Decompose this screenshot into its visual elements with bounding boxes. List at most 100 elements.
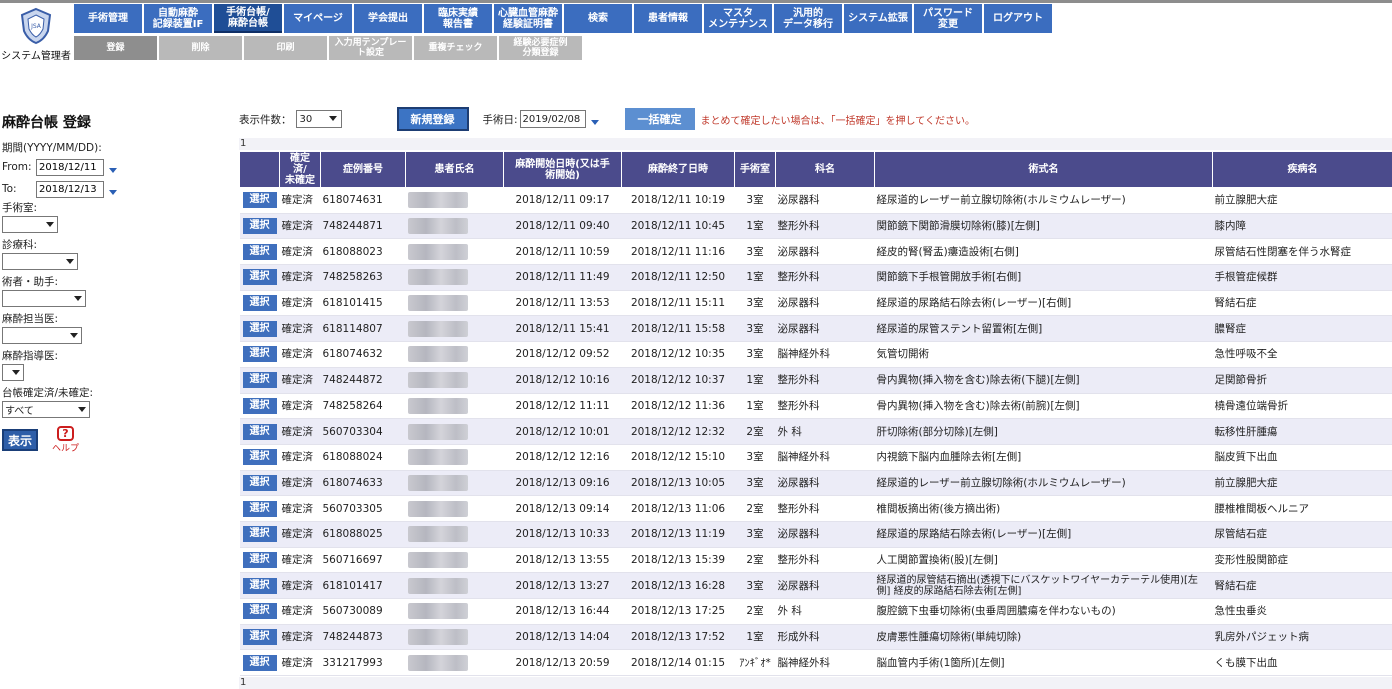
select-cell: 選択 bbox=[239, 341, 280, 368]
nav-item-6[interactable]: 心臓血管麻酔 経験証明書 bbox=[494, 4, 562, 33]
nav-item-11[interactable]: システム拡張 bbox=[844, 4, 912, 33]
subnav-item-1[interactable]: 削除 bbox=[159, 36, 242, 60]
op-date-dropdown-icon[interactable] bbox=[590, 119, 599, 125]
patient-name-cell bbox=[405, 213, 504, 240]
select-button[interactable]: 選択 bbox=[242, 654, 277, 671]
select-button[interactable]: 選択 bbox=[242, 551, 277, 568]
select-button[interactable]: 選択 bbox=[242, 320, 277, 337]
select-button[interactable]: 選択 bbox=[242, 243, 277, 260]
nav-item-0[interactable]: 手術管理 bbox=[74, 4, 142, 33]
nav-item-2[interactable]: 手術台帳/ 麻酔台帳 bbox=[214, 4, 282, 33]
disease-cell: 膿腎症 bbox=[1212, 315, 1392, 343]
count-select[interactable]: 30 bbox=[295, 110, 342, 128]
select-button[interactable]: 選択 bbox=[242, 629, 277, 646]
select-button[interactable]: 選択 bbox=[242, 269, 277, 286]
select-button[interactable]: 選択 bbox=[242, 449, 277, 466]
status-cell: 確定済 bbox=[279, 315, 321, 343]
count-select-value: 30 bbox=[299, 113, 313, 125]
subnav-item-3[interactable]: 入力用テンプレー ト設定 bbox=[329, 36, 412, 60]
or-select[interactable] bbox=[2, 216, 58, 233]
patient-name-cell bbox=[405, 418, 504, 445]
table-row: 選択 確定済 618088025 2018/12/13 10:33 2018/12/13… bbox=[239, 521, 1392, 548]
nav-item-13[interactable]: ログアウト bbox=[984, 4, 1052, 33]
select-button[interactable]: 選択 bbox=[242, 526, 277, 543]
case-cell: 618074631 bbox=[320, 187, 406, 214]
select-button[interactable]: 選択 bbox=[242, 500, 277, 517]
patient-name-cell bbox=[405, 187, 504, 214]
dept-select[interactable] bbox=[2, 253, 78, 270]
anes-select[interactable] bbox=[2, 327, 82, 344]
nav-item-8[interactable]: 患者情報 bbox=[634, 4, 702, 33]
disease-cell: 急性呼吸不全 bbox=[1212, 341, 1392, 368]
help-link[interactable]: ? ヘルプ bbox=[52, 426, 79, 454]
redacted-patient-name bbox=[407, 295, 468, 312]
dept-cell: 脳神経外科 bbox=[775, 341, 875, 368]
select-cell: 選択 bbox=[239, 470, 280, 497]
column-header-4: 麻酔開始日時(又は手 術開始) bbox=[503, 151, 622, 188]
select-button[interactable]: 選択 bbox=[242, 577, 277, 594]
to-calendar-dropdown-icon[interactable] bbox=[109, 189, 117, 195]
nav-item-10[interactable]: 汎用的 データ移行 bbox=[774, 4, 842, 33]
select-cell: 選択 bbox=[239, 547, 280, 574]
select-button[interactable]: 選択 bbox=[242, 295, 277, 312]
table-row: 選択 確定済 560716697 2018/12/13 13:55 2018/12/13… bbox=[239, 547, 1392, 574]
status-select-value: すべて bbox=[5, 406, 34, 417]
proc-cell: 脳血管内手術(1箇所)[左側] bbox=[874, 649, 1213, 677]
select-button[interactable]: 選択 bbox=[242, 474, 277, 491]
end-cell: 2018/12/11 10:19 bbox=[621, 187, 735, 214]
subnav-item-2[interactable]: 印刷 bbox=[244, 36, 327, 60]
patient-name-cell bbox=[405, 572, 504, 599]
case-cell: 618101417 bbox=[320, 572, 406, 599]
redacted-patient-name bbox=[407, 551, 468, 568]
select-cell: 選択 bbox=[239, 624, 280, 651]
op-date-input[interactable]: 2019/02/08 bbox=[519, 110, 586, 128]
start-cell: 2018/12/13 13:55 bbox=[503, 547, 622, 574]
subnav-item-0[interactable]: 登録 bbox=[74, 36, 157, 60]
end-cell: 2018/12/12 15:10 bbox=[621, 444, 735, 471]
room-cell: 3室 bbox=[734, 187, 776, 214]
select-button[interactable]: 選択 bbox=[242, 397, 277, 414]
nav-item-1[interactable]: 自動麻酔 記録装置IF bbox=[144, 4, 212, 33]
room-cell: 3室 bbox=[734, 290, 776, 317]
logo: JSA システム管理者 bbox=[0, 3, 72, 62]
nav-item-12[interactable]: パスワード 変更 bbox=[914, 4, 982, 33]
instructor-select[interactable] bbox=[2, 364, 24, 381]
column-header-1: 確定 済/ 未確定 bbox=[279, 151, 321, 188]
subnav-item-5[interactable]: 経験必要症例 分類登録 bbox=[499, 36, 582, 60]
pager-top[interactable]: 1 bbox=[239, 138, 1392, 150]
show-button[interactable]: 表示 bbox=[2, 429, 38, 451]
subnav-item-4[interactable]: 重複チェック bbox=[414, 36, 497, 60]
room-cell: 3室 bbox=[734, 341, 776, 368]
room-cell: 1室 bbox=[734, 624, 776, 651]
select-button[interactable]: 選択 bbox=[242, 603, 277, 620]
dept-cell: 形成外科 bbox=[775, 624, 875, 651]
from-calendar-dropdown-icon[interactable] bbox=[109, 167, 117, 173]
nav-item-9[interactable]: マスタ メンテナンス bbox=[704, 4, 772, 33]
proc-cell: 経尿道的尿管結石摘出(透視下にバスケットワイヤーカテーテル使用)[左側] 経皮的… bbox=[874, 572, 1213, 599]
select-button[interactable]: 選択 bbox=[242, 218, 277, 235]
new-register-button[interactable]: 新規登録 bbox=[396, 107, 469, 131]
column-header-0 bbox=[239, 151, 280, 188]
to-date-input[interactable] bbox=[36, 180, 104, 198]
redacted-patient-name bbox=[407, 526, 468, 543]
nav-item-7[interactable]: 検索 bbox=[564, 4, 632, 33]
select-button[interactable]: 選択 bbox=[242, 423, 277, 440]
start-cell: 2018/12/12 09:52 bbox=[503, 341, 622, 368]
nav-item-5[interactable]: 臨床実績 報告書 bbox=[424, 4, 492, 33]
nav-item-3[interactable]: マイページ bbox=[284, 4, 352, 33]
surgeon-select[interactable] bbox=[2, 290, 86, 307]
select-button[interactable]: 選択 bbox=[242, 346, 277, 363]
select-button[interactable]: 選択 bbox=[242, 372, 277, 389]
case-table: 確定 済/ 未確定 症例番号 患者氏名 麻酔開始日時(又は手 術開始) 麻酔終了日時 手術… bbox=[239, 151, 1392, 677]
disease-cell: 腎結石症 bbox=[1212, 290, 1392, 317]
select-button[interactable]: 選択 bbox=[242, 192, 277, 209]
status-select[interactable]: すべて bbox=[2, 401, 90, 418]
room-cell: 2室 bbox=[734, 598, 776, 625]
nav-item-4[interactable]: 学会提出 bbox=[354, 4, 422, 33]
proc-cell: 関節鏡下手根管開放手術[右側] bbox=[874, 264, 1213, 291]
proc-cell: 人工関節置換術(股)[左側] bbox=[874, 547, 1213, 574]
from-date-input[interactable] bbox=[36, 158, 104, 176]
select-cell: 選択 bbox=[239, 444, 280, 471]
pager-bottom[interactable]: 1 bbox=[239, 677, 1392, 689]
batch-confirm-button[interactable]: 一括確定 bbox=[624, 108, 695, 130]
